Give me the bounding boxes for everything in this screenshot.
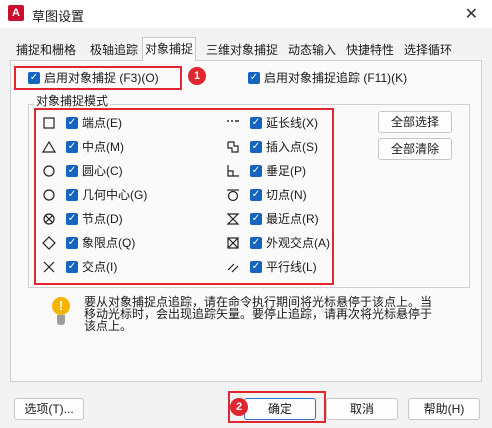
center-label[interactable]: 圆心(C) bbox=[82, 164, 123, 178]
geometric-center-checkbox[interactable]: ✓ bbox=[66, 189, 78, 201]
insertion-checkbox[interactable]: ✓ bbox=[250, 141, 262, 153]
center-checkbox[interactable]: ✓ bbox=[66, 165, 78, 177]
tip-bulb-base-icon bbox=[57, 315, 65, 325]
help-button[interactable]: 帮助(H) bbox=[408, 398, 480, 420]
nearest-label[interactable]: 最近点(R) bbox=[266, 212, 319, 226]
node-label[interactable]: 节点(D) bbox=[82, 212, 123, 226]
quadrant-checkbox[interactable]: ✓ bbox=[66, 237, 78, 249]
tab-selection-cycling[interactable]: 选择循环 bbox=[402, 40, 454, 60]
geometric-center-snap-symbol bbox=[42, 188, 56, 202]
close-icon[interactable]: ✕ bbox=[465, 4, 478, 24]
select-all-button[interactable]: 全部选择 bbox=[378, 111, 452, 133]
node-snap-symbol bbox=[42, 212, 56, 226]
insertion-label[interactable]: 插入点(S) bbox=[266, 140, 318, 154]
perpendicular-label[interactable]: 垂足(P) bbox=[266, 164, 306, 178]
node-checkbox[interactable]: ✓ bbox=[66, 213, 78, 225]
tracking-hint-line-3: 该点上。 bbox=[84, 319, 133, 333]
annotation-badge-2: 2 bbox=[230, 398, 248, 416]
apparent-intersection-checkbox[interactable]: ✓ bbox=[250, 237, 262, 249]
extension-label[interactable]: 延长线(X) bbox=[266, 116, 318, 130]
cancel-button[interactable]: 取消 bbox=[326, 398, 398, 420]
parallel-checkbox[interactable]: ✓ bbox=[250, 261, 262, 273]
tip-bulb-icon: ! bbox=[52, 297, 70, 315]
title-bar: A 草图设置 ✕ bbox=[0, 0, 492, 28]
perpendicular-snap-symbol bbox=[226, 164, 240, 178]
tab-quick-properties[interactable]: 快捷特性 bbox=[344, 40, 396, 60]
tab-snap-grid[interactable]: 捕捉和栅格 bbox=[14, 40, 78, 60]
tracking-hint-line-2: 移动光标时，会出现追踪矢量。要停止追踪，请再次将光标悬停于 bbox=[84, 307, 433, 321]
clear-all-button[interactable]: 全部清除 bbox=[378, 138, 452, 160]
extension-snap-symbol bbox=[226, 116, 240, 130]
nearest-checkbox[interactable]: ✓ bbox=[250, 213, 262, 225]
nearest-snap-symbol bbox=[226, 212, 240, 226]
center-snap-symbol bbox=[42, 164, 56, 178]
autocad-app-icon: A bbox=[8, 5, 24, 21]
tangent-checkbox[interactable]: ✓ bbox=[250, 189, 262, 201]
intersection-snap-symbol bbox=[42, 260, 56, 274]
tangent-label[interactable]: 切点(N) bbox=[266, 188, 307, 202]
geometric-center-label[interactable]: 几何中心(G) bbox=[82, 188, 147, 202]
osnap-tracking-checkbox[interactable]: ✓ bbox=[248, 72, 260, 84]
endpoint-checkbox[interactable]: ✓ bbox=[66, 117, 78, 129]
midpoint-label[interactable]: 中点(M) bbox=[82, 140, 124, 154]
endpoint-snap-symbol bbox=[42, 116, 56, 130]
apparent-intersection-label[interactable]: 外观交点(A) bbox=[266, 236, 330, 250]
tracking-hint-text: 要从对象捕捉点追踪，请在命令执行期间将光标悬停于该点上。当 移动光标时，会出现追… bbox=[84, 296, 444, 332]
annotation-highlight-1 bbox=[14, 66, 182, 90]
parallel-snap-symbol bbox=[226, 260, 240, 274]
intersection-label[interactable]: 交点(I) bbox=[82, 260, 117, 274]
quadrant-snap-symbol bbox=[42, 236, 56, 250]
apparent-intersection-snap-symbol bbox=[226, 236, 240, 250]
tab-dynamic-input[interactable]: 动态输入 bbox=[286, 40, 338, 60]
osnap-tracking-label[interactable]: 启用对象捕捉追踪 (F11)(K) bbox=[264, 71, 407, 85]
intersection-checkbox[interactable]: ✓ bbox=[66, 261, 78, 273]
endpoint-label[interactable]: 端点(E) bbox=[82, 116, 122, 130]
tab-polar-tracking[interactable]: 极轴追踪 bbox=[88, 40, 140, 60]
extension-checkbox[interactable]: ✓ bbox=[250, 117, 262, 129]
object-snap-modes-title: 对象捕捉模式 bbox=[34, 92, 111, 109]
parallel-label[interactable]: 平行线(L) bbox=[266, 260, 317, 274]
tab-3d-object-snap[interactable]: 三维对象捕捉 bbox=[204, 40, 280, 60]
quadrant-label[interactable]: 象限点(Q) bbox=[82, 236, 135, 250]
annotation-badge-1: 1 bbox=[188, 67, 206, 85]
perpendicular-checkbox[interactable]: ✓ bbox=[250, 165, 262, 177]
midpoint-snap-symbol bbox=[42, 140, 56, 154]
midpoint-checkbox[interactable]: ✓ bbox=[66, 141, 78, 153]
tangent-snap-symbol bbox=[226, 188, 240, 202]
window-title: 草图设置 bbox=[32, 9, 85, 24]
options-button[interactable]: 选项(T)... bbox=[14, 398, 84, 420]
insertion-snap-symbol bbox=[226, 140, 240, 154]
tab-object-snap[interactable]: 对象捕捉 bbox=[142, 37, 197, 61]
